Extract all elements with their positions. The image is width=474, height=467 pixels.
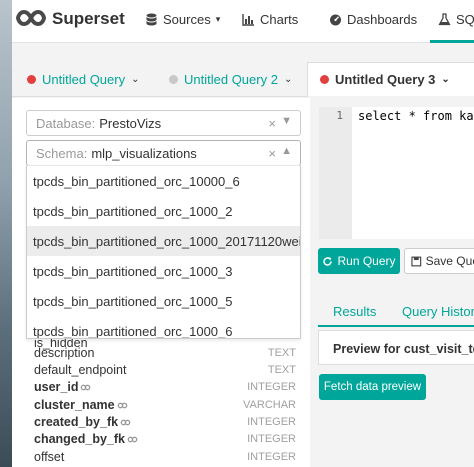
- foreign-key-link-icon: [127, 436, 138, 442]
- line-number: 1: [336, 109, 343, 122]
- tab-divider: [12, 96, 308, 97]
- dashboard-gauge-icon: [330, 14, 341, 26]
- query-tab-label: Untitled Query 2: [184, 71, 278, 87]
- schema-dropdown-menu[interactable]: tpcds_bin_partitioned_orc_10000_6 tpcds_…: [26, 165, 301, 339]
- database-select-value: PrestoVizs: [99, 115, 162, 131]
- superset-logo-icon[interactable]: [16, 9, 46, 27]
- query-tab-3-active[interactable]: Untitled Query 3 ⌄: [307, 62, 474, 96]
- nav-sql-lab-label: SQ: [456, 12, 474, 27]
- foreign-key-link-icon: [120, 419, 131, 425]
- column-name-key: created_by_fk: [34, 415, 131, 429]
- chevron-down-icon[interactable]: ⌄: [441, 74, 449, 85]
- column-name-key: user_id: [34, 380, 91, 394]
- save-query-label: Save Quer: [425, 254, 474, 268]
- clear-icon[interactable]: ×: [268, 146, 276, 161]
- chevron-down-icon: ▾: [215, 14, 221, 24]
- nav-dashboards[interactable]: Dashboards: [329, 12, 417, 27]
- schema-select-value: mlp_visualizations: [91, 145, 197, 161]
- schema-option-highlighted[interactable]: tpcds_bin_partitioned_orc_1000_20171120w…: [27, 226, 300, 256]
- column-name: description: [34, 346, 95, 360]
- tab-results[interactable]: Results: [333, 304, 376, 319]
- results-tab-underline: [318, 325, 474, 327]
- bar-chart-icon: [242, 14, 254, 26]
- chevron-down-icon[interactable]: ⌄: [131, 74, 139, 85]
- schema-option[interactable]: tpcds_bin_partitioned_orc_1000_3: [27, 256, 300, 286]
- query-tab-label: Untitled Query: [42, 71, 126, 87]
- top-navbar: Superset Sources ▾ Charts Dashboards SQ: [12, 0, 474, 43]
- column-name: changed_by_fk: [34, 432, 126, 446]
- column-row: description TEXT: [34, 344, 296, 362]
- schema-option[interactable]: tpcds_bin_partitioned_orc_1000_2: [27, 196, 300, 226]
- nav-active-indicator: [430, 40, 474, 43]
- schema-option[interactable]: tpcds_bin_partitioned_orc_10000_6: [27, 166, 300, 196]
- save-query-button[interactable]: Save Quer: [404, 248, 474, 274]
- schema-option[interactable]: tpcds_bin_partitioned_orc_1000_5: [27, 286, 300, 316]
- column-name-key: changed_by_fk: [34, 432, 138, 446]
- unsaved-dot-icon: [320, 75, 329, 84]
- preview-title: Preview for cust_visit_te: [333, 342, 474, 356]
- column-row: cluster_name VARCHAR: [34, 396, 296, 414]
- nav-dashboards-label: Dashboards: [347, 12, 418, 27]
- column-type: INTEGER: [247, 416, 296, 428]
- query-tab-label: Untitled Query 3: [335, 72, 436, 87]
- foreign-key-link-icon: [117, 402, 127, 408]
- nav-charts-label: Charts: [260, 12, 299, 27]
- column-type: INTEGER: [247, 433, 296, 445]
- flask-icon: [438, 13, 451, 26]
- column-name: created_by_fk: [34, 415, 119, 429]
- preview-panel: Preview for cust_visit_te: [318, 330, 474, 365]
- nav-sources-label: Sources: [163, 12, 211, 27]
- column-row: offset INTEGER: [34, 448, 296, 466]
- nav-sql-lab[interactable]: SQ: [438, 12, 474, 27]
- database-select-label: Database:: [36, 115, 96, 131]
- column-name: default_endpoint: [34, 363, 127, 377]
- desktop-background-strip: [0, 0, 12, 467]
- clear-icon[interactable]: ×: [268, 116, 276, 131]
- sql-editor[interactable]: 1 select * from ka: [319, 107, 474, 239]
- column-row: default_endpoint TEXT: [34, 361, 296, 379]
- brand-name[interactable]: Superset: [52, 9, 125, 29]
- column-name-key: cluster_name: [34, 398, 128, 412]
- unsaved-dot-icon: [27, 74, 36, 84]
- schema-select[interactable]: Schema: mlp_visualizations × ▲: [26, 140, 301, 166]
- save-icon: [411, 256, 422, 266]
- column-type: INTEGER: [247, 451, 296, 463]
- editor-gutter: 1: [319, 107, 352, 239]
- foreign-key-link-icon: [81, 384, 91, 390]
- column-row: user_id INTEGER: [34, 378, 296, 396]
- database-icon: [146, 13, 157, 26]
- column-type: TEXT: [267, 347, 296, 359]
- dropdown-arrow-up-icon[interactable]: ▲: [281, 145, 292, 157]
- sql-code[interactable]: select * from ka: [358, 109, 474, 123]
- fetch-data-preview-button[interactable]: Fetch data preview: [319, 374, 426, 400]
- column-name: cluster_name: [34, 398, 115, 412]
- column-row: created_by_fk INTEGER: [34, 413, 296, 431]
- column-name: offset: [34, 450, 65, 464]
- refresh-icon: [323, 256, 333, 266]
- column-name: user_id: [34, 380, 79, 394]
- query-tab-1[interactable]: Untitled Query ⌄: [27, 62, 139, 96]
- tab-query-history[interactable]: Query History: [402, 304, 474, 319]
- query-tab-2[interactable]: Untitled Query 2 ⌄: [169, 62, 292, 96]
- column-type: TEXT: [267, 364, 296, 376]
- database-select[interactable]: Database: PrestoVizs × ▼: [26, 110, 301, 136]
- fetch-data-preview-label: Fetch data preview: [323, 381, 422, 393]
- schema-option[interactable]: tpcds_bin_partitioned_orc_1000_6: [27, 316, 300, 339]
- chevron-down-icon[interactable]: ⌄: [284, 74, 292, 85]
- column-type: INTEGER: [247, 381, 296, 393]
- schema-select-label: Schema:: [36, 145, 88, 161]
- status-dot-icon: [169, 74, 178, 84]
- left-schema-panel: Database: PrestoVizs × ▼ Schema: mlp_vis…: [12, 98, 310, 467]
- column-type: VARCHAR: [243, 399, 296, 411]
- run-query-button[interactable]: Run Query: [318, 248, 400, 274]
- nav-sources[interactable]: Sources ▾: [145, 12, 220, 27]
- nav-charts[interactable]: Charts: [242, 12, 298, 27]
- dropdown-arrow-icon[interactable]: ▼: [281, 115, 292, 127]
- column-row: changed_by_fk INTEGER: [34, 430, 296, 448]
- run-query-label: Run Query: [337, 254, 396, 268]
